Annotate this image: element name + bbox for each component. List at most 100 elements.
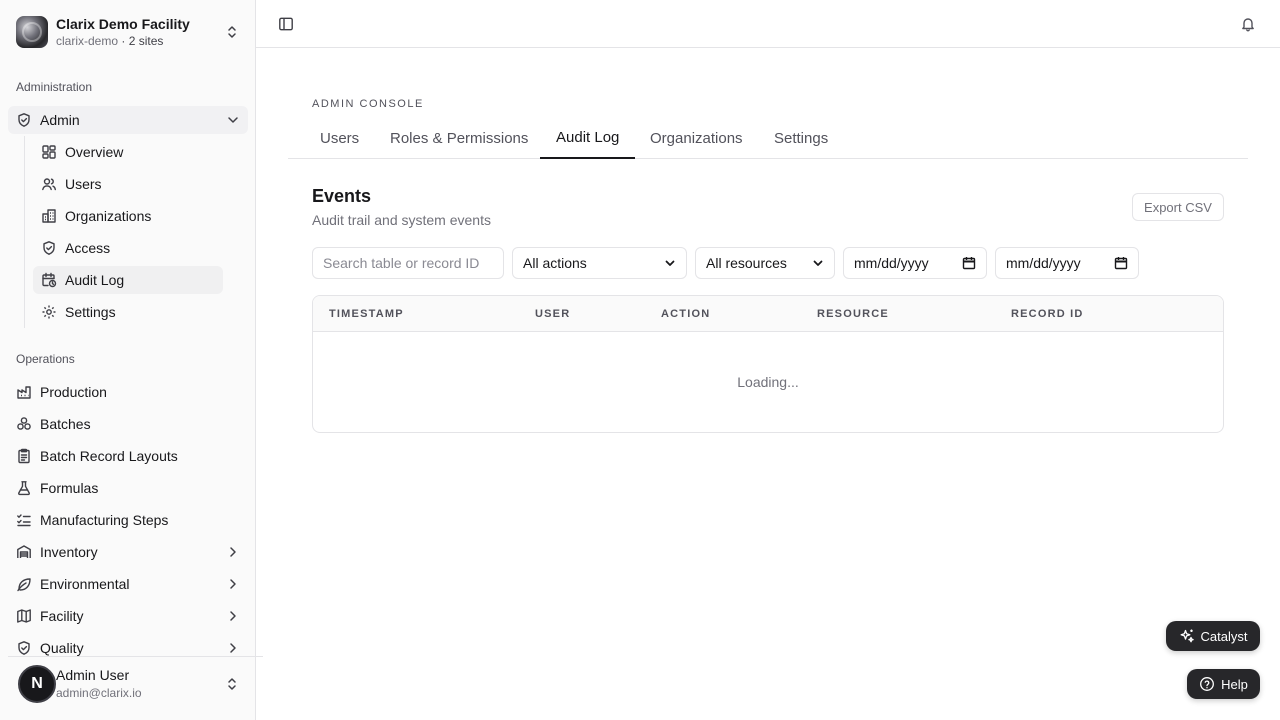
column-header-timestamp[interactable]: TIMESTAMP (329, 296, 404, 332)
org-sep: · (121, 33, 126, 48)
page-subtitle: Audit trail and system events (312, 212, 491, 228)
table-header: TIMESTAMP USER ACTION RESOURCE RECORD ID (313, 296, 1223, 332)
column-header-resource[interactable]: RESOURCE (817, 296, 889, 332)
tab-settings[interactable]: Settings (774, 118, 828, 158)
sidebar-item-admin[interactable]: Admin (8, 106, 248, 134)
section-label-administration: Administration (16, 80, 93, 94)
tab-organizations[interactable]: Organizations (650, 118, 743, 158)
sidebar: Clarix Demo Facility clarix-demo · 2 sit… (0, 0, 263, 720)
chevron-down-icon (813, 260, 823, 266)
sidebar-subitem-label: Settings (65, 304, 116, 320)
user-divider (8, 656, 263, 657)
date-from-placeholder: mm/dd/yyyy (854, 255, 929, 271)
gear-icon (42, 305, 56, 319)
sidebar-item-manufacturing-steps[interactable]: Manufacturing Steps (8, 506, 248, 534)
page-title: Events (312, 186, 372, 206)
tab-roles-permissions[interactable]: Roles & Permissions (390, 118, 528, 158)
sidebar-item-label: Admin (40, 112, 80, 128)
catalyst-label: Catalyst (1200, 628, 1248, 644)
sidebar-subitem-label: Audit Log (65, 272, 125, 288)
sidebar-item-label: Batches (40, 416, 91, 432)
submenu-guide-line (24, 136, 25, 328)
sidebar-subitem-overview[interactable]: Overview (33, 138, 223, 166)
calendar-clock-icon (42, 272, 57, 288)
admin-tabs: Users Roles & Permissions Audit Log Orga… (288, 118, 1248, 159)
user-name: Admin User (56, 667, 130, 684)
tab-audit-log[interactable]: Audit Log (540, 118, 636, 159)
shield-check-icon (18, 641, 30, 655)
export-csv-button[interactable]: Export CSV (1132, 193, 1224, 221)
help-label: Help (1221, 676, 1248, 692)
chevron-right-icon (230, 611, 236, 621)
sidebar-subitem-audit-log[interactable]: Audit Log (33, 266, 223, 294)
sidebar-item-inventory[interactable]: Inventory (8, 538, 248, 566)
sidebar-item-quality[interactable]: Quality (8, 634, 248, 662)
action-filter-value: All actions (523, 255, 587, 271)
bell-icon[interactable] (1240, 16, 1256, 32)
map-icon (17, 609, 31, 623)
org-switcher[interactable]: Clarix Demo Facility clarix-demo · 2 sit… (16, 16, 240, 48)
sidebar-subitem-label: Users (65, 176, 102, 192)
sidebar-item-batch-record-layouts[interactable]: Batch Record Layouts (8, 442, 248, 470)
building-icon (42, 209, 56, 223)
column-header-record-id[interactable]: RECORD ID (1011, 296, 1084, 332)
shield-check-icon (43, 241, 55, 255)
sidebar-item-label: Inventory (40, 544, 98, 560)
sidebar-item-label: Environmental (40, 576, 130, 592)
sidebar-subitem-organizations[interactable]: Organizations (33, 202, 223, 230)
column-header-user[interactable]: USER (535, 296, 570, 332)
chevron-right-icon (230, 579, 236, 589)
date-to-placeholder: mm/dd/yyyy (1006, 255, 1081, 271)
audit-events-table: TIMESTAMP USER ACTION RESOURCE RECORD ID… (312, 295, 1224, 433)
help-button[interactable]: Help (1187, 669, 1260, 699)
sidebar-item-facility[interactable]: Facility (8, 602, 248, 630)
sidebar-subitem-label: Organizations (65, 208, 152, 224)
avatar: N (18, 665, 56, 703)
user-menu[interactable]: N Admin User admin@clarix.io (16, 664, 240, 704)
sidebar-item-production[interactable]: Production (8, 378, 248, 406)
sidebar-item-label: Production (40, 384, 107, 400)
chevrons-up-down-icon[interactable] (224, 676, 240, 692)
resource-filter-select[interactable]: All resources (695, 247, 835, 279)
sidebar-item-label: Facility (40, 608, 84, 624)
help-circle-icon (1200, 677, 1215, 691)
layout-dashboard-icon (42, 145, 56, 159)
sidebar-toggle-icon[interactable] (278, 16, 294, 32)
date-to-input[interactable]: mm/dd/yyyy (995, 247, 1139, 279)
chevron-down-icon (228, 117, 238, 123)
sidebar-subitem-users[interactable]: Users (33, 170, 223, 198)
calendar-icon[interactable] (1114, 256, 1128, 270)
sidebar-item-batches[interactable]: Batches (8, 410, 248, 438)
action-filter-select[interactable]: All actions (512, 247, 687, 279)
date-from-input[interactable]: mm/dd/yyyy (843, 247, 987, 279)
sparkles-icon (1180, 629, 1194, 643)
chevron-right-icon (230, 643, 236, 653)
sidebar-subitem-label: Overview (65, 144, 124, 160)
search-input[interactable]: Search table or record ID (312, 247, 504, 279)
resource-filter-value: All resources (706, 255, 787, 271)
sidebar-subitem-label: Access (65, 240, 111, 256)
chevrons-up-down-icon[interactable] (224, 24, 240, 40)
sidebar-item-environmental[interactable]: Environmental (8, 570, 248, 598)
shield-check-icon (18, 113, 30, 127)
sidebar-subitem-access[interactable]: Access (33, 234, 223, 262)
flask-icon (18, 481, 30, 496)
org-slug: clarix-demo (56, 33, 119, 48)
calendar-icon[interactable] (962, 256, 976, 270)
top-bar (256, 0, 1280, 48)
org-logo (16, 16, 48, 48)
page-eyebrow: ADMIN CONSOLE (312, 98, 424, 110)
sidebar-subitem-settings[interactable]: Settings (33, 298, 223, 326)
search-input-placeholder: Search table or record ID (323, 255, 479, 271)
tab-users[interactable]: Users (320, 118, 359, 158)
warehouse-icon (17, 545, 31, 558)
sidebar-item-label: Formulas (40, 480, 99, 496)
sidebar-item-formulas[interactable]: Formulas (8, 474, 248, 502)
section-label-operations: Operations (16, 352, 75, 366)
org-sites: 2 sites (128, 33, 164, 48)
user-email: admin@clarix.io (56, 686, 142, 701)
column-header-action[interactable]: ACTION (661, 296, 710, 332)
sidebar-item-label: Batch Record Layouts (40, 448, 178, 464)
catalyst-button[interactable]: Catalyst (1166, 621, 1260, 651)
users-icon (42, 178, 56, 191)
